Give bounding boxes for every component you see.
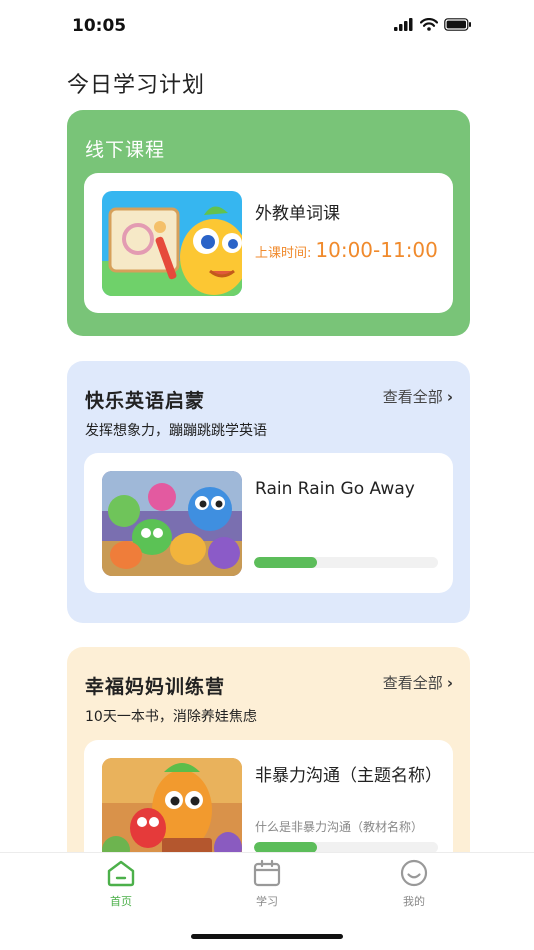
status-icons <box>394 18 472 31</box>
lesson-time-value: 10:00-11:00 <box>315 238 438 262</box>
english-course-item[interactable]: Rain Rain Go Away <box>84 453 453 593</box>
course-title: Rain Rain Go Away <box>255 479 415 499</box>
battery-icon <box>444 18 471 31</box>
smiley-icon <box>400 859 428 887</box>
tab-home-label: 首页 <box>110 895 132 908</box>
course-subtitle: 什么是非暴力沟通（教材名称） <box>255 820 424 834</box>
chevron-right-icon: › <box>446 673 453 692</box>
home-indicator <box>191 934 343 939</box>
status-time: 10:05 <box>72 16 127 36</box>
parent-section-title: 幸福妈妈训练营 <box>85 676 226 698</box>
english-view-all-link[interactable]: 查看全部 › <box>383 386 453 407</box>
lesson-time: 上课时间: 10:00-11:00 <box>255 238 438 262</box>
calendar-icon <box>253 859 281 887</box>
view-all-label: 查看全部 <box>382 674 443 692</box>
offline-course-card: 线下课程 外教单词课 上课时间: 10:00-11:00 <box>67 110 470 336</box>
home-icon <box>107 860 135 887</box>
tab-mine-label: 我的 <box>403 895 425 908</box>
course-thumbnail <box>102 471 242 576</box>
offline-lesson-item[interactable]: 外教单词课 上课时间: 10:00-11:00 <box>84 173 453 313</box>
tab-study-label: 学习 <box>256 895 278 908</box>
tab-study[interactable]: 学习 <box>237 859 297 909</box>
lesson-title: 外教单词课 <box>255 204 340 224</box>
tab-home[interactable]: 首页 <box>91 859 151 909</box>
offline-section-title: 线下课程 <box>85 139 166 161</box>
course-title: 非暴力沟通（主题名称） <box>255 766 442 786</box>
parent-view-all-link[interactable]: 查看全部 › <box>383 672 453 693</box>
lesson-time-label: 上课时间: <box>255 246 312 261</box>
course-progress-bar <box>254 557 438 568</box>
lesson-thumbnail <box>102 191 242 296</box>
page-title: 今日学习计划 <box>67 73 206 98</box>
tab-mine[interactable]: 我的 <box>384 859 444 909</box>
course-thumbnail <box>102 758 242 863</box>
course-progress-fill <box>254 557 317 568</box>
english-course-card: 快乐英语启蒙 查看全部 › 发挥想象力，蹦蹦跳跳学英语 Rain Rain Go… <box>67 361 470 623</box>
english-section-subtitle: 发挥想象力，蹦蹦跳跳学英语 <box>85 423 267 439</box>
chevron-right-icon: › <box>446 387 453 406</box>
signal-icon <box>394 18 413 31</box>
wifi-icon <box>420 18 438 31</box>
view-all-label: 查看全部 <box>382 388 443 406</box>
english-section-title: 快乐英语启蒙 <box>85 390 206 412</box>
status-bar: 10:05 <box>0 0 534 54</box>
parent-section-subtitle: 10天一本书，消除养娃焦虑 <box>85 709 257 725</box>
